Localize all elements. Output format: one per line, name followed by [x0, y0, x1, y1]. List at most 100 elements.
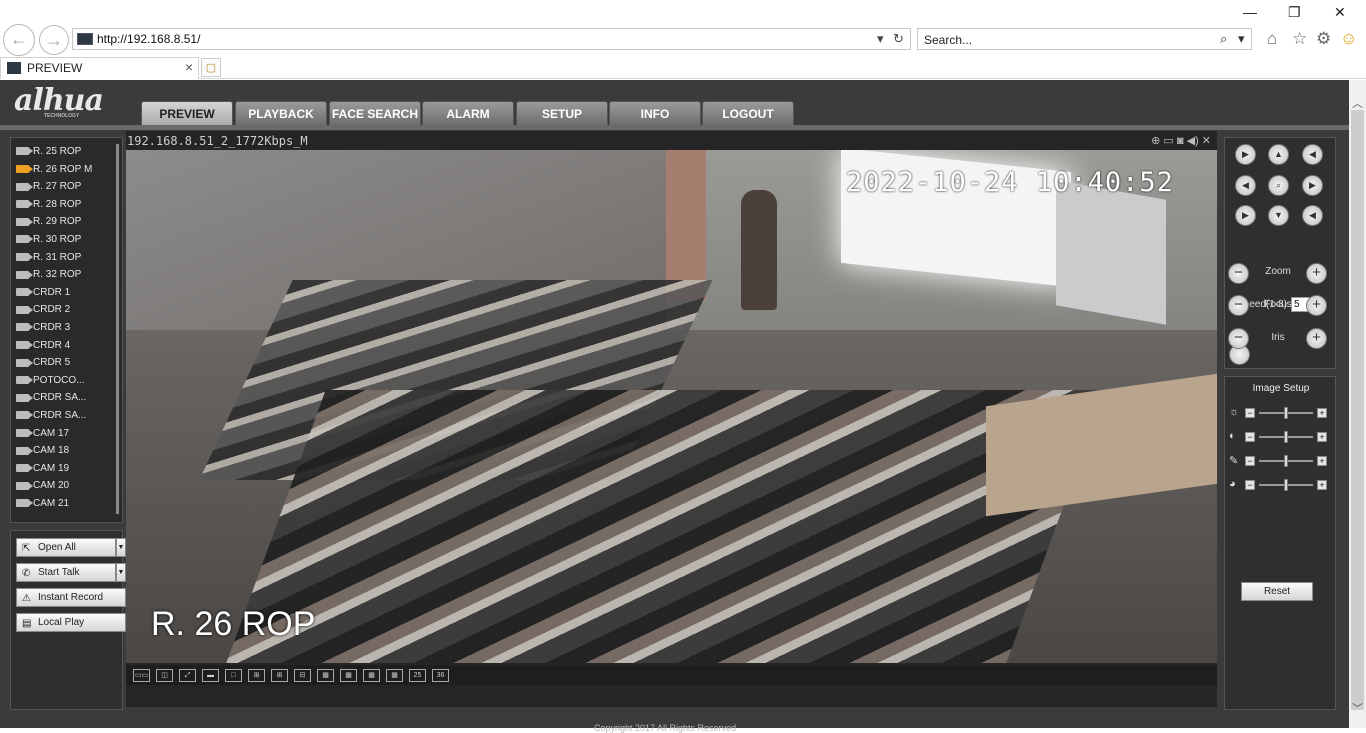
- device-item[interactable]: CAM 20: [16, 478, 69, 494]
- device-item[interactable]: CRDR SA...: [16, 390, 86, 406]
- zoom-in-icon[interactable]: ⊕: [1151, 135, 1160, 147]
- hue-plus[interactable]: +: [1317, 480, 1327, 490]
- layout-9-icon[interactable]: ▦: [317, 669, 334, 682]
- zoom-plus-icon[interactable]: +: [1306, 263, 1327, 284]
- scrollbar-thumb[interactable]: [1351, 110, 1364, 710]
- layout-8-icon[interactable]: ⊟: [294, 669, 311, 682]
- layout-6-icon[interactable]: ⊞: [271, 669, 288, 682]
- layout-16-icon[interactable]: ▦: [363, 669, 380, 682]
- device-item[interactable]: POTOCO...: [16, 373, 85, 389]
- address-bar[interactable]: http://192.168.8.51/ ▾ ↻: [72, 28, 911, 50]
- device-item[interactable]: CRDR 5: [16, 355, 70, 371]
- instant-record-button[interactable]: ⚠ Instant Record: [16, 588, 126, 607]
- device-item[interactable]: R. 28 ROP: [16, 197, 81, 213]
- contrast-slider[interactable]: ◐ − +: [1229, 430, 1333, 444]
- camera-feed[interactable]: 2022-10-24 10:40:52 R. 26 ROP: [126, 150, 1217, 663]
- layout-full-icon[interactable]: ▭▭: [133, 669, 150, 682]
- device-item[interactable]: CAM 21: [16, 496, 69, 512]
- brightness-knob[interactable]: [1284, 407, 1288, 419]
- tab-alarm[interactable]: ALARM: [422, 101, 514, 125]
- search-box[interactable]: Search... ⌕ ▾: [917, 28, 1252, 50]
- device-item[interactable]: R. 30 ROP: [16, 232, 81, 248]
- page-scrollbar[interactable]: ︿ ﹀: [1349, 80, 1366, 728]
- back-button[interactable]: ←: [3, 24, 35, 56]
- brightness-minus[interactable]: −: [1245, 408, 1255, 418]
- device-list-scrollbar[interactable]: [116, 144, 119, 514]
- device-item[interactable]: R. 25 ROP: [16, 144, 81, 160]
- focus-plus-icon[interactable]: +: [1306, 295, 1327, 316]
- device-item[interactable]: R. 29 ROP: [16, 214, 81, 230]
- saturation-knob[interactable]: [1284, 455, 1288, 467]
- tab-face-search[interactable]: FACE SEARCH: [329, 101, 421, 125]
- hue-slider[interactable]: ◕ − +: [1229, 478, 1333, 492]
- refresh-icon[interactable]: ↻: [893, 31, 904, 47]
- search-dropdown-icon[interactable]: ▾: [1238, 31, 1245, 47]
- contrast-knob[interactable]: [1284, 431, 1288, 443]
- restore-icon[interactable]: ❐: [1288, 4, 1301, 21]
- device-item[interactable]: CRDR 3: [16, 320, 70, 336]
- layout-stream-icon[interactable]: ◫: [156, 669, 173, 682]
- tab-preview[interactable]: PREVIEW ×: [0, 57, 199, 79]
- saturation-slider[interactable]: ✎ − +: [1229, 454, 1333, 468]
- iris-minus-icon[interactable]: −: [1228, 328, 1249, 349]
- device-item[interactable]: CAM 18: [16, 443, 69, 459]
- reset-button[interactable]: Reset: [1241, 582, 1313, 601]
- device-item[interactable]: R. 27 ROP: [16, 179, 81, 195]
- device-item[interactable]: CRDR 2: [16, 302, 70, 318]
- address-dropdown-icon[interactable]: ▾: [877, 31, 884, 47]
- device-item[interactable]: CRDR SA...: [16, 408, 86, 424]
- favorites-star-icon[interactable]: ☆: [1292, 29, 1307, 49]
- start-talk-button[interactable]: ✆ Start Talk: [16, 563, 116, 582]
- address-url[interactable]: http://192.168.8.51/: [97, 32, 200, 46]
- local-play-button[interactable]: ▤ Local Play: [16, 613, 126, 632]
- layout-13-icon[interactable]: ▦: [340, 669, 357, 682]
- saturation-minus[interactable]: −: [1245, 456, 1255, 466]
- brightness-slider[interactable]: ☼ − +: [1229, 406, 1333, 420]
- minimize-icon[interactable]: —: [1243, 4, 1257, 20]
- open-all-button[interactable]: ⇱ Open All: [16, 538, 116, 557]
- device-item[interactable]: R. 26 ROP M: [16, 162, 92, 178]
- tab-logout[interactable]: LOGOUT: [702, 101, 794, 125]
- layout-20-icon[interactable]: ▦: [386, 669, 403, 682]
- tab-info[interactable]: INFO: [609, 101, 701, 125]
- zoom-minus-icon[interactable]: −: [1228, 263, 1249, 284]
- gear-icon[interactable]: ⚙: [1316, 29, 1331, 49]
- snapshot-icon[interactable]: ▭: [1163, 135, 1173, 147]
- camera-icon[interactable]: ◙: [1177, 135, 1184, 147]
- iris-plus-icon[interactable]: +: [1306, 328, 1327, 349]
- contrast-minus[interactable]: −: [1245, 432, 1255, 442]
- layout-4-icon[interactable]: ⊞: [248, 669, 265, 682]
- open-all-dropdown[interactable]: ▼: [116, 538, 126, 557]
- device-item[interactable]: CRDR 1: [16, 285, 70, 301]
- brightness-plus[interactable]: +: [1317, 408, 1327, 418]
- device-item[interactable]: CAM 19: [16, 461, 69, 477]
- saturation-plus[interactable]: +: [1317, 456, 1327, 466]
- fullscreen-icon[interactable]: ⤢: [179, 669, 196, 682]
- device-item[interactable]: CRDR 4: [16, 338, 70, 354]
- tab-playback[interactable]: PLAYBACK: [235, 101, 327, 125]
- scroll-up-icon[interactable]: ︿: [1352, 95, 1363, 111]
- close-window-icon[interactable]: ✕: [1334, 4, 1346, 21]
- forward-button[interactable]: →: [39, 25, 69, 55]
- hue-knob[interactable]: [1284, 479, 1288, 491]
- audio-icon[interactable]: ◀): [1187, 135, 1199, 147]
- scroll-down-icon[interactable]: ﹀: [1352, 700, 1363, 716]
- close-tab-icon[interactable]: ×: [185, 59, 193, 75]
- contrast-plus[interactable]: +: [1317, 432, 1327, 442]
- search-input[interactable]: Search...: [924, 33, 972, 47]
- device-item[interactable]: R. 31 ROP: [16, 250, 81, 266]
- close-video-icon[interactable]: ✕: [1202, 135, 1211, 147]
- device-item[interactable]: CAM 17: [16, 426, 69, 442]
- start-talk-dropdown[interactable]: ▼: [116, 563, 126, 582]
- smiley-feedback-icon[interactable]: ☺: [1340, 29, 1357, 49]
- video-viewport[interactable]: 192.168.8.51_2_1772Kbps_M ⊕ ▭ ◙ ◀) ✕ 202…: [126, 131, 1217, 707]
- hue-minus[interactable]: −: [1245, 480, 1255, 490]
- tab-setup[interactable]: SETUP: [516, 101, 608, 125]
- device-item[interactable]: R. 32 ROP: [16, 267, 81, 283]
- new-tab-button[interactable]: ▢: [201, 58, 221, 77]
- search-icon[interactable]: ⌕: [1220, 31, 1227, 47]
- layout-25-button[interactable]: 25: [409, 669, 426, 682]
- home-icon[interactable]: ⌂: [1267, 29, 1277, 49]
- layout-wide-icon[interactable]: ▬: [202, 669, 219, 682]
- layout-1-icon[interactable]: □: [225, 669, 242, 682]
